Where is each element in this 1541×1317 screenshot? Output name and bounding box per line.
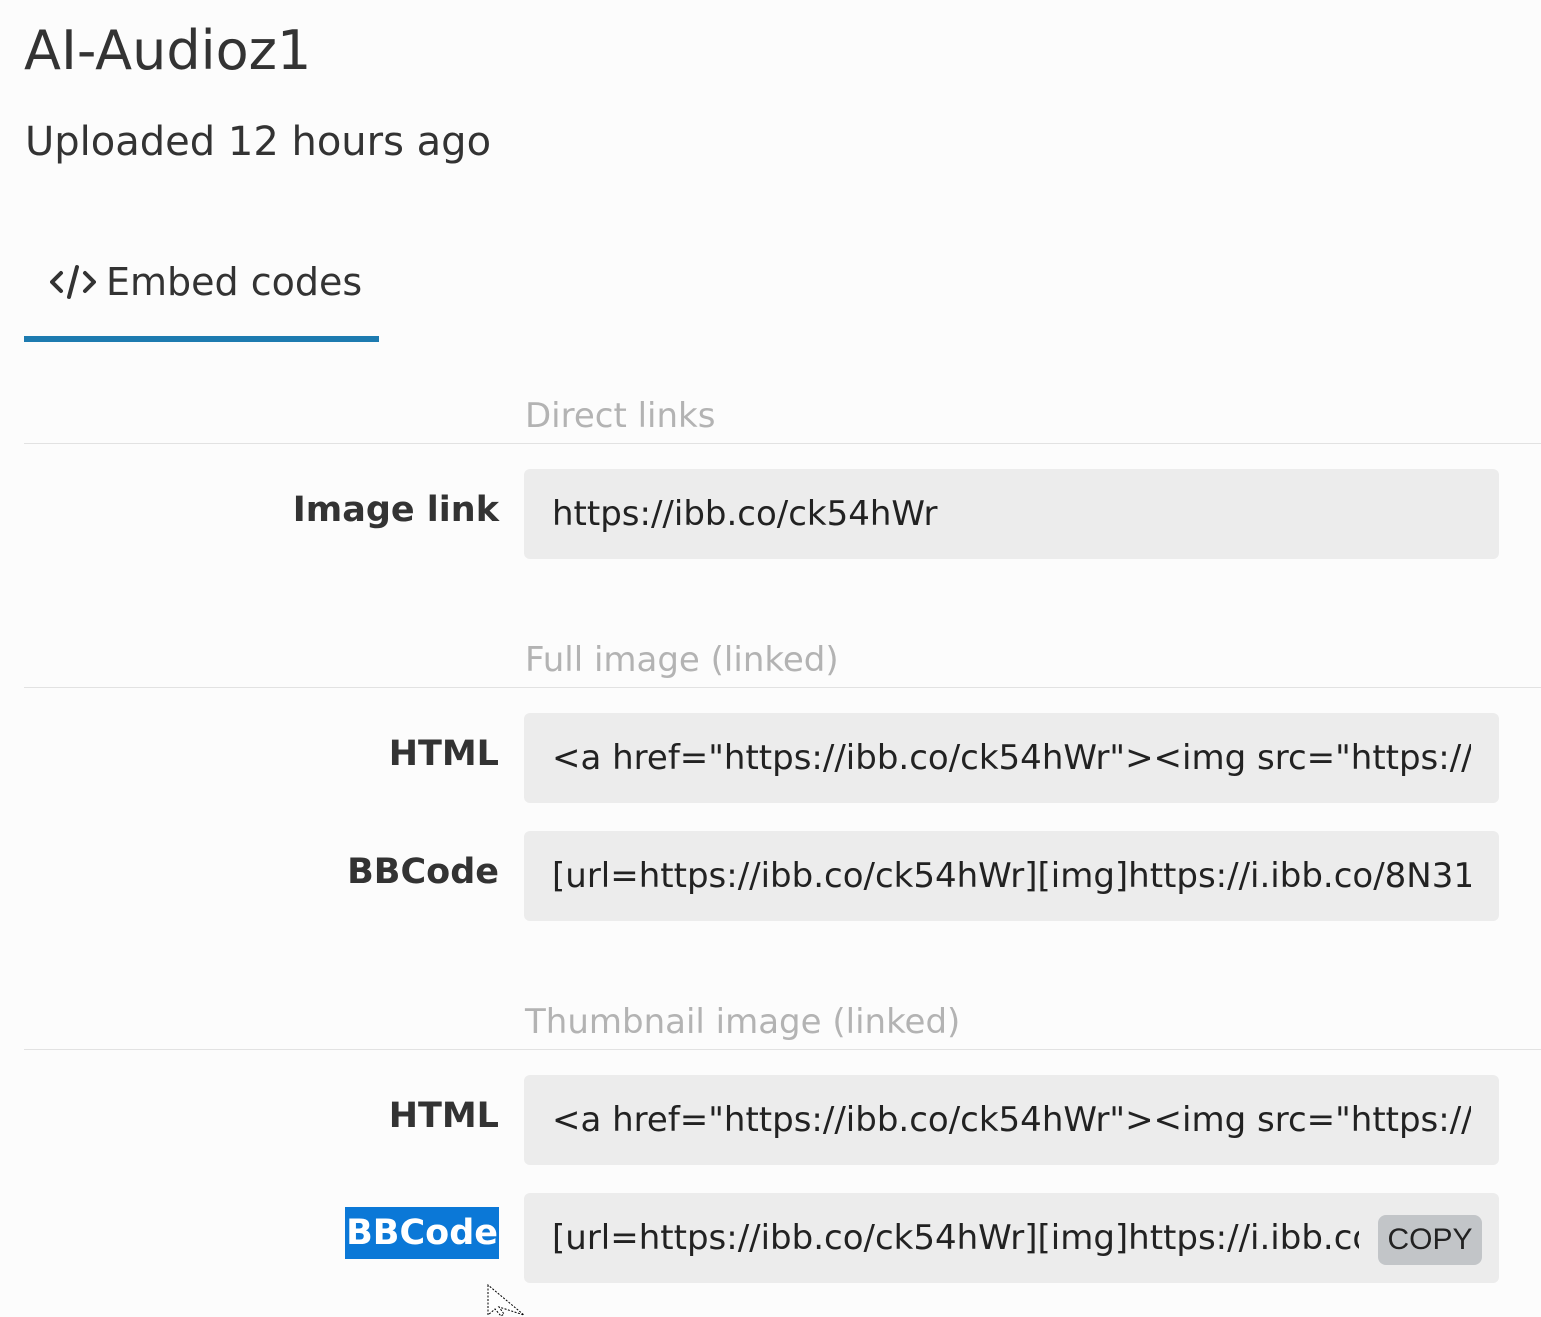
section-title: Direct links [525, 396, 716, 436]
field-label-html: HTML [388, 1096, 499, 1136]
thumbnail-html-field[interactable] [524, 1075, 1499, 1165]
full-image-bbcode-field[interactable] [524, 831, 1499, 921]
copy-button[interactable]: COPY [1378, 1215, 1482, 1265]
field-row-image-link: Image link [24, 469, 1500, 559]
section-header-thumbnail-image: Thumbnail image (linked) [24, 989, 1541, 1050]
field-label-html: HTML [388, 734, 499, 774]
mouse-cursor-icon [487, 1284, 525, 1317]
upload-timestamp: Uploaded 12 hours ago [25, 119, 492, 165]
full-image-html-field[interactable] [524, 713, 1499, 803]
field-label-image-link: Image link [292, 490, 499, 530]
section-header-direct-links: Direct links [24, 383, 1541, 444]
image-link-field[interactable] [524, 469, 1499, 559]
field-row-full-bbcode: BBCode [24, 831, 1500, 921]
field-row-thumb-html: HTML [24, 1075, 1500, 1165]
tab-label: Embed codes [106, 260, 363, 304]
code-icon [50, 264, 96, 300]
field-row-thumb-bbcode: BBCode COPY [24, 1193, 1500, 1283]
field-row-full-html: HTML [24, 713, 1500, 803]
section-header-full-image: Full image (linked) [24, 627, 1541, 688]
active-tab-indicator [24, 336, 379, 342]
thumbnail-bbcode-field[interactable] [524, 1193, 1499, 1283]
tab-embed-codes[interactable]: Embed codes [24, 242, 379, 342]
section-title: Full image (linked) [525, 640, 839, 680]
page-title: AI-Audioz1 [24, 19, 312, 82]
field-label-bbcode: BBCode [347, 852, 499, 892]
field-label-bbcode-selected: BBCode [345, 1207, 499, 1259]
section-title: Thumbnail image (linked) [525, 1002, 961, 1042]
